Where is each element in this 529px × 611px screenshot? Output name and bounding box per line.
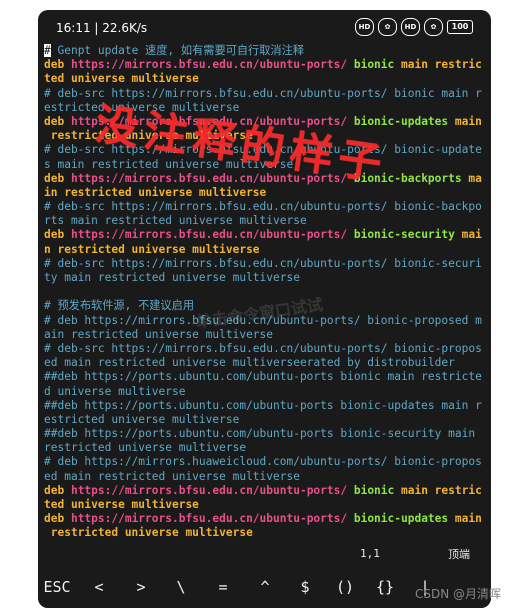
terminal-text: https://mirrors.bfsu.edu.cn/ubuntu-ports… — [70, 512, 354, 526]
terminal-text: # deb-src https://mirrors.bfsu.edu.cn/ub… — [44, 256, 482, 270]
terminal-text: deb — [44, 171, 71, 185]
terminal-text: ed main restricted universe multiverseer… — [44, 356, 455, 370]
terminal-line: deb https://mirrors.bfsu.edu.cn/ubuntu-p… — [44, 484, 485, 498]
terminal-line: # Genpt update 速度, 如有需要可自行取消注释 — [44, 44, 485, 58]
terminal-line: in restricted universe multiverse — [44, 186, 485, 200]
terminal-text: ted universe multiverse — [44, 498, 199, 511]
terminal-text: rts main restricted universe multiverse — [44, 214, 307, 228]
terminal-line: ain restricted universe multiverse — [44, 328, 485, 342]
key-2[interactable]: > — [124, 578, 158, 596]
terminal-text: ##deb https://ports.ubuntu.com/ubuntu-po… — [44, 370, 482, 384]
key-1[interactable]: < — [82, 578, 116, 596]
key-5[interactable]: ^ — [248, 578, 282, 596]
terminal-text: ##deb https://ports.ubuntu.com/ubuntu-po… — [44, 398, 482, 412]
terminal-text: # deb-src https://mirrors.bfsu.edu.cn/ub… — [44, 200, 482, 214]
terminal-line: ed main restricted universe multiverse — [44, 470, 485, 484]
key-0[interactable]: ESC — [40, 578, 74, 596]
terminal-line: restricted universe multiverse — [44, 441, 485, 455]
key-4[interactable]: = — [206, 578, 240, 596]
key-3[interactable]: \ — [164, 578, 198, 596]
key-6[interactable]: $ — [288, 578, 322, 596]
terminal-text: main — [454, 512, 482, 526]
terminal-line: deb https://mirrors.bfsu.edu.cn/ubuntu-p… — [44, 58, 485, 72]
terminal-line: # deb-src https://mirrors.bfsu.edu.cn/ub… — [44, 342, 485, 356]
terminal-text: bionic — [353, 483, 401, 497]
terminal-line: rts main restricted universe multiverse — [44, 214, 485, 228]
terminal-text: ma — [468, 171, 482, 185]
flower-icon: ✿ — [378, 18, 397, 36]
terminal-text: bionic-updates — [353, 512, 455, 526]
terminal-text: bionic-security — [353, 228, 462, 242]
terminal-line: estricted universe multiverse — [44, 413, 485, 427]
terminal-text: # deb-src https://mirrors.bfsu.edu.cn/ub… — [44, 341, 482, 355]
scroll-state: 顶端 — [448, 548, 470, 561]
status-time-speed: 16:11 | 22.6K/s — [56, 21, 148, 35]
cursor-position: 1,1 — [360, 547, 380, 560]
terminal-text: main restric — [401, 483, 482, 497]
terminal-text: deb — [44, 228, 71, 242]
terminal-text: ed main restricted universe multiverse — [44, 469, 300, 483]
terminal-text: https://mirrors.bfsu.edu.cn/ubuntu-ports… — [70, 228, 354, 242]
terminal-text: deb — [44, 512, 71, 526]
terminal-line: restricted universe multiverse — [44, 526, 485, 540]
terminal-text: # deb https://mirrors.huaweicloud.com/ub… — [44, 455, 482, 469]
terminal-text: Genpt update 速度, 如有需要可自行取消注释 — [50, 44, 304, 57]
key-7[interactable]: () — [328, 578, 362, 596]
terminal-line: ed main restricted universe multiverseer… — [44, 356, 485, 370]
terminal-text: restricted universe multiverse — [44, 526, 253, 540]
terminal-text: https://mirrors.bfsu.edu.cn/ubuntu-ports… — [70, 483, 354, 497]
terminal-text: ##deb https://ports.ubuntu.com/ubuntu-po… — [44, 427, 476, 441]
terminal-text: # 预发布软件源, 不建议启用 — [44, 299, 195, 313]
terminal-text: deb — [44, 58, 71, 72]
terminal-text: d universe multiverse — [44, 384, 186, 398]
terminal-text: in restricted universe multiverse — [44, 185, 267, 199]
terminal-text: https://mirrors.bfsu.edu.cn/ubuntu-ports… — [70, 58, 354, 72]
terminal-text: deb — [44, 483, 71, 497]
terminal-text: ty main restricted universe multiverse — [44, 271, 300, 284]
terminal-line: # deb https://mirrors.huaweicloud.com/ub… — [44, 455, 485, 469]
terminal-line: # deb-src https://mirrors.bfsu.edu.cn/ub… — [44, 200, 485, 214]
status-bar: 16:11 | 22.6K/s HD ✿ HD ✿ 100 — [38, 10, 491, 46]
terminal-line: ty main restricted universe multiverse — [44, 271, 485, 285]
terminal-text: restricted universe multiverse — [44, 441, 247, 455]
terminal-line: # deb-src https://mirrors.bfsu.edu.cn/ub… — [44, 257, 485, 271]
text-cursor: # — [44, 44, 51, 57]
status-icons: HD ✿ HD ✿ 100 — [355, 18, 473, 36]
terminal-text: bionic-updates — [353, 114, 455, 128]
terminal-text: estricted universe multiverse — [44, 412, 240, 426]
terminal-line: ted universe multiverse — [44, 498, 485, 512]
terminal-line: deb https://mirrors.bfsu.edu.cn/ubuntu-p… — [44, 228, 485, 242]
hd-icon: HD — [401, 18, 420, 36]
hd-icon: HD — [355, 18, 374, 36]
terminal-line: ted universe multiverse — [44, 72, 485, 86]
terminal-text: ted universe multiverse — [44, 72, 199, 86]
terminal-line: d universe multiverse — [44, 385, 485, 399]
terminal-text: bionic — [353, 58, 401, 72]
battery-icon: 100 — [447, 20, 473, 34]
key-8[interactable]: {} — [368, 578, 402, 596]
terminal-line: deb https://mirrors.bfsu.edu.cn/ubuntu-p… — [44, 512, 485, 526]
terminal-line: ##deb https://ports.ubuntu.com/ubuntu-po… — [44, 370, 485, 384]
terminal-text: deb — [44, 114, 71, 128]
terminal-line: ##deb https://ports.ubuntu.com/ubuntu-po… — [44, 427, 485, 441]
terminal-line: ##deb https://ports.ubuntu.com/ubuntu-po… — [44, 399, 485, 413]
terminal-text: main restric — [401, 58, 482, 72]
terminal-line: n restricted universe multiverse — [44, 243, 485, 257]
terminal-text: main — [454, 114, 482, 128]
terminal-text: n restricted universe multiverse — [44, 242, 260, 256]
terminal-text: mai — [461, 228, 482, 242]
csdn-watermark: CSDN @月清晖 — [415, 587, 502, 601]
terminal-text: ain restricted universe multiverse — [44, 327, 274, 341]
flower-icon: ✿ — [424, 18, 443, 36]
